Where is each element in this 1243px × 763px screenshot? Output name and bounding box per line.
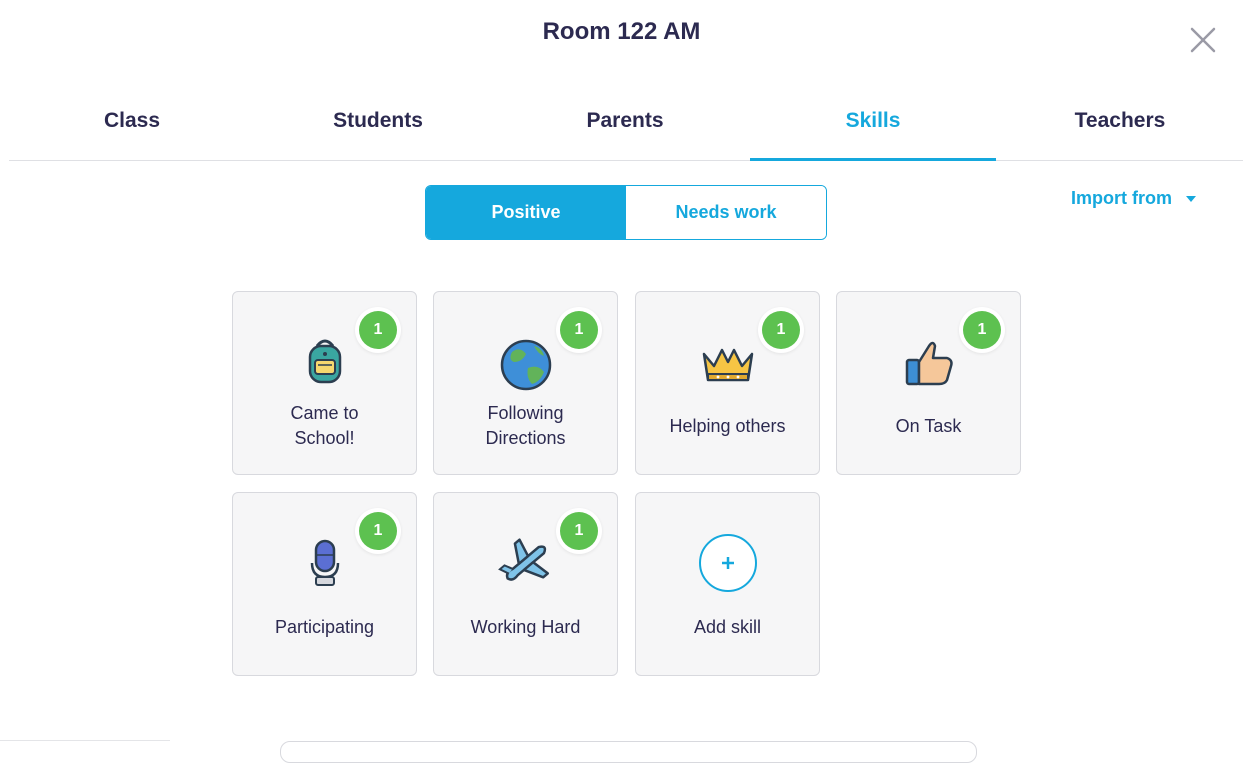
globe-icon [496, 332, 556, 392]
skill-card-helping-others[interactable]: Helping others 1 [635, 291, 820, 475]
divider [0, 740, 170, 746]
skill-label-line2: Directions [485, 428, 566, 448]
tab-parents[interactable]: Parents [502, 95, 748, 160]
skill-count-badge: 1 [556, 307, 602, 353]
skill-card-following-directions[interactable]: Following Directions 1 [433, 291, 618, 475]
skill-label: On Task [895, 416, 962, 436]
skill-label: Working Hard [470, 617, 581, 637]
skill-label-line2: School! [294, 428, 355, 448]
skill-label: Came to [290, 403, 359, 423]
airplane-icon [496, 533, 556, 593]
tab-bar: Class Students Parents Skills Teachers [9, 95, 1243, 161]
skill-card-participating[interactable]: Participating 1 [232, 492, 417, 676]
skill-count-badge: 1 [556, 508, 602, 554]
footer-element [280, 741, 977, 763]
page-title: Room 122 AM [542, 18, 701, 45]
skill-card-working-hard[interactable]: Working Hard 1 [433, 492, 618, 676]
caret-down-icon [1186, 195, 1196, 202]
tab-students[interactable]: Students [255, 95, 501, 160]
skill-card-came-to-school[interactable]: Came to School! 1 [232, 291, 417, 475]
microphone-icon [295, 533, 355, 593]
skill-count-badge: 1 [959, 307, 1005, 353]
add-skill-button[interactable]: Add skill [635, 492, 820, 676]
skill-card-on-task[interactable]: On Task 1 [836, 291, 1021, 475]
skill-type-toggle: Positive Needs work [425, 185, 827, 240]
backpack-icon [295, 332, 355, 392]
tab-class[interactable]: Class [9, 95, 255, 160]
add-skill-label: Add skill [693, 617, 762, 637]
needs-work-toggle-button[interactable]: Needs work [626, 186, 826, 239]
crown-icon [698, 332, 758, 392]
import-from-dropdown[interactable]: Import from [1071, 188, 1196, 209]
positive-toggle-button[interactable]: Positive [426, 186, 626, 239]
skill-count-badge: 1 [355, 307, 401, 353]
import-from-label: Import from [1071, 188, 1172, 208]
tab-teachers[interactable]: Teachers [997, 95, 1243, 160]
skill-count-badge: 1 [355, 508, 401, 554]
plus-circle-icon [698, 533, 758, 593]
skill-label: Helping others [669, 416, 786, 436]
skill-count-badge: 1 [758, 307, 804, 353]
skill-label: Following [487, 403, 564, 423]
thumbs-up-icon [899, 332, 959, 392]
tab-skills[interactable]: Skills [750, 95, 996, 161]
skill-label: Participating [274, 617, 375, 637]
close-icon[interactable] [1188, 25, 1218, 55]
